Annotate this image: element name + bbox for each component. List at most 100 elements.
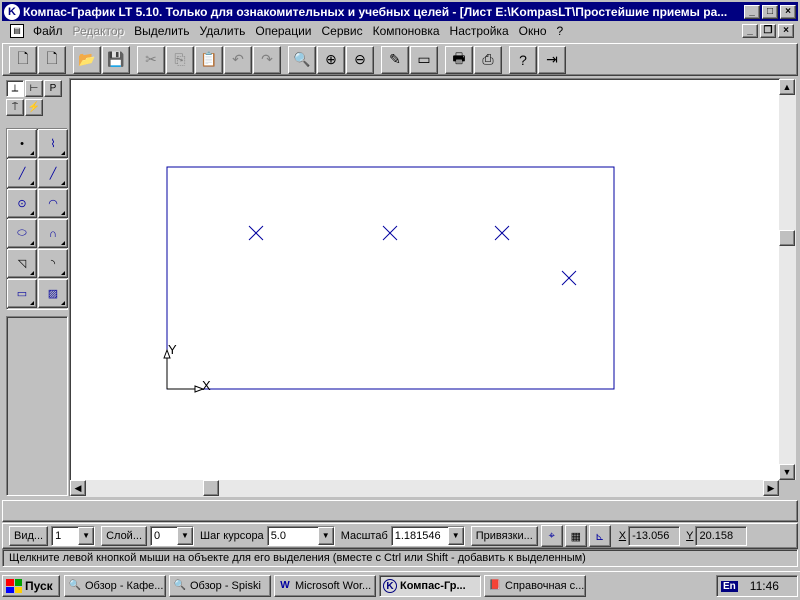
horizontal-scrollbar[interactable]: ◀ ▶ [70, 480, 779, 497]
text-mode-icon[interactable]: Р [44, 80, 62, 97]
maximize-button[interactable]: □ [762, 4, 778, 19]
doc-minimize-button[interactable]: _ [742, 24, 758, 38]
chevron-down-icon[interactable]: ▼ [78, 527, 95, 545]
menu-layout[interactable]: Компоновка [368, 24, 445, 38]
symbols-mode-icon[interactable]: ⍑ [6, 99, 24, 116]
scroll-down-button[interactable]: ▼ [779, 464, 795, 480]
menu-window[interactable]: Окно [514, 24, 552, 38]
open-icon[interactable]: 📂 [73, 45, 101, 74]
point-tool-icon[interactable]: • [7, 129, 37, 158]
task-label: Обзор - Кафе... [85, 580, 164, 592]
menu-settings[interactable]: Настройка [445, 24, 514, 38]
vertical-scroll-thumb[interactable] [779, 230, 795, 246]
menu-select[interactable]: Выделить [129, 24, 194, 38]
hatch-tool-icon[interactable]: ▨ [38, 279, 68, 308]
grid-icon[interactable]: ▦ [564, 525, 587, 547]
scale-select[interactable]: 1.181546 ▼ [390, 526, 465, 546]
snaps-button[interactable]: Привязки... [470, 526, 538, 546]
ellipse-tool-icon[interactable]: ⬭ [7, 219, 37, 248]
chevron-down-icon[interactable]: ▼ [447, 527, 464, 545]
geometry-mode-icon[interactable]: ⟂ [6, 80, 24, 97]
layer-button[interactable]: Слой... [101, 526, 147, 546]
menu-file[interactable]: Файл [28, 24, 68, 38]
y-coord-field[interactable]: 20.158 [695, 526, 748, 546]
point-marker[interactable] [561, 270, 577, 286]
menu-help[interactable]: ? [552, 24, 569, 38]
clock[interactable]: 11:46 [750, 579, 779, 593]
document-icon[interactable]: ▤ [10, 24, 24, 38]
print-preview-icon[interactable]: 🖶 [445, 45, 473, 74]
vertical-scrollbar[interactable]: ▲ ▼ [779, 79, 796, 480]
paste-icon[interactable]: 📋 [195, 45, 223, 74]
undo-icon[interactable]: ↶ [224, 45, 252, 74]
view-button[interactable]: Вид... [9, 526, 49, 546]
menu-bar: ▤ Файл Редактор Выделить Удалить Операци… [2, 21, 798, 41]
document-window-controls: _ ❐ × [740, 24, 794, 38]
snap-settings-icon[interactable]: ⌖ [540, 525, 563, 547]
auxiliary-line-tool-icon[interactable]: ⌇ [38, 129, 68, 158]
rectangle-tool-icon[interactable]: ▭ [7, 279, 37, 308]
menu-service[interactable]: Сервис [317, 24, 368, 38]
cut-icon[interactable]: ✂ [137, 45, 165, 74]
menu-editor[interactable]: Редактор [68, 24, 130, 38]
measure-mode-icon[interactable]: ⚡ [25, 99, 43, 116]
horizontal-scroll-thumb[interactable] [203, 480, 219, 496]
zoom-in-icon[interactable]: ⊕ [317, 45, 345, 74]
new-sheet-icon[interactable]: 🗋 [9, 45, 37, 74]
exit-icon[interactable]: ⇥ [538, 45, 566, 74]
segment-tool-icon[interactable]: ╱ [7, 159, 37, 188]
taskbar-item-kompas[interactable]: K Компас-Гр... [379, 575, 481, 597]
minimize-button[interactable]: _ [744, 4, 760, 19]
regenerate-icon[interactable]: ✎ [381, 45, 409, 74]
axis-y-label: Y [168, 342, 177, 357]
point-marker[interactable] [248, 225, 264, 241]
menu-delete[interactable]: Удалить [195, 24, 251, 38]
fillet-tool-icon[interactable]: ◝ [38, 249, 68, 278]
taskbar-item-explorer-cafe[interactable]: 🔍 Обзор - Кафе... [64, 575, 166, 597]
chamfer-tool-icon[interactable]: ◹ [7, 249, 37, 278]
drawing-rectangle[interactable] [166, 166, 615, 390]
scroll-left-button[interactable]: ◀ [70, 480, 86, 496]
zoom-icon[interactable]: 🔍 [288, 45, 316, 74]
drawing-svg: Y X [163, 166, 615, 393]
taskbar-item-explorer-spiski[interactable]: 🔍 Обзор - Spiski [169, 575, 271, 597]
help-book-icon: 📕 [488, 580, 502, 591]
layer-select[interactable]: 0 ▼ [150, 526, 194, 546]
point-marker[interactable] [494, 225, 510, 241]
language-indicator[interactable]: En [721, 580, 738, 592]
cursor-step-select[interactable]: 5.0 ▼ [266, 526, 335, 546]
copy-icon[interactable]: ⎘ [166, 45, 194, 74]
task-label: Компас-Гр... [400, 580, 466, 592]
circle-tool-icon[interactable]: ⊙ [7, 189, 37, 218]
point-marker[interactable] [382, 225, 398, 241]
scroll-up-button[interactable]: ▲ [779, 79, 795, 95]
help-pointer-icon[interactable]: ? [509, 45, 537, 74]
print-icon[interactable]: ⎙ [474, 45, 502, 74]
x-coord-field[interactable]: -13.056 [628, 526, 681, 546]
drawing-canvas[interactable]: Y X [69, 78, 781, 497]
windows-logo-icon [6, 579, 22, 593]
kompas-app-icon[interactable]: K [4, 3, 20, 20]
new-fragment-icon[interactable]: 🗋 [38, 45, 66, 74]
point-markers [248, 225, 577, 286]
close-button[interactable]: × [780, 4, 796, 19]
taskbar-item-help[interactable]: 📕 Справочная с... [484, 575, 586, 597]
dimensions-mode-icon[interactable]: ⊢ [25, 80, 43, 97]
doc-restore-button[interactable]: ❐ [760, 24, 776, 38]
start-button[interactable]: Пуск [2, 575, 60, 597]
redo-icon[interactable]: ↷ [253, 45, 281, 74]
taskbar-item-word[interactable]: W Microsoft Wor... [274, 575, 376, 597]
view-select[interactable]: 1 ▼ [51, 526, 96, 546]
spline-tool-icon[interactable]: ∩ [38, 219, 68, 248]
save-icon[interactable]: 💾 [102, 45, 130, 74]
menu-operations[interactable]: Операции [250, 24, 316, 38]
show-all-icon[interactable]: ▭ [410, 45, 438, 74]
arc-tool-icon[interactable]: ◠ [38, 189, 68, 218]
local-cs-icon[interactable]: ⊾ [588, 525, 611, 547]
chevron-down-icon[interactable]: ▼ [317, 527, 334, 545]
doc-close-button[interactable]: × [778, 24, 794, 38]
zoom-out-icon[interactable]: ⊖ [346, 45, 374, 74]
scroll-right-button[interactable]: ▶ [763, 480, 779, 496]
chevron-down-icon[interactable]: ▼ [177, 527, 193, 545]
segment-tangent-tool-icon[interactable]: ╱ [38, 159, 68, 188]
